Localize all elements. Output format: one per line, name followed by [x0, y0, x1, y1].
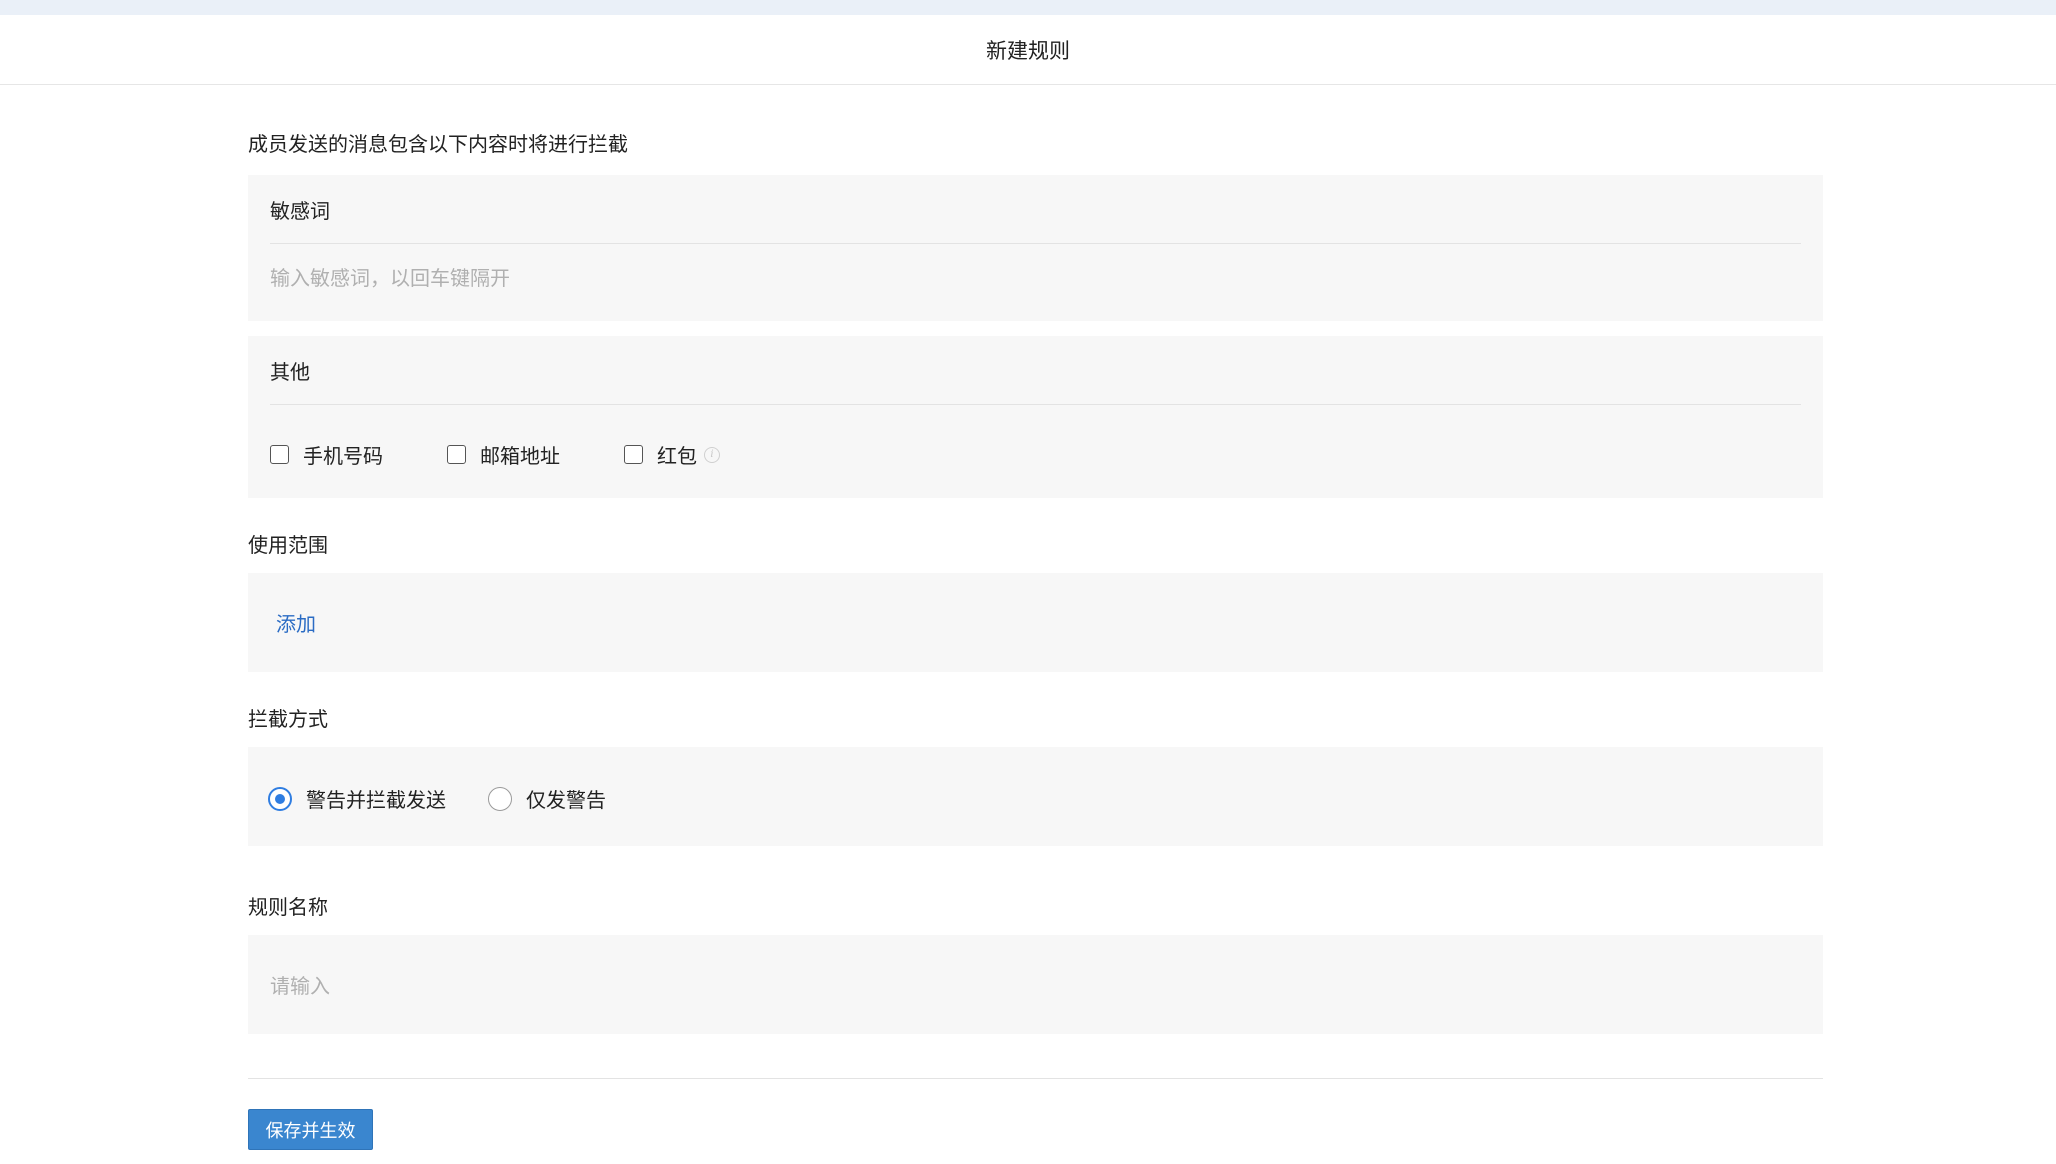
warn-only-radio[interactable]: 仅发警告	[488, 784, 606, 813]
info-icon[interactable]: i	[704, 446, 720, 463]
other-label: 其他	[270, 336, 1801, 405]
sensitive-words-input[interactable]: 输入敏感词，以回车键隔开	[270, 262, 510, 291]
phone-number-label: 手机号码	[303, 444, 383, 468]
top-strip	[0, 0, 2056, 15]
warn-and-block-radio[interactable]: 警告并拦截发送	[268, 784, 446, 813]
name-section-title: 规则名称	[248, 895, 328, 919]
method-panel: 警告并拦截发送 仅发警告	[248, 747, 1823, 846]
email-address-checkbox[interactable]: 邮箱地址	[447, 440, 560, 469]
checkbox-box[interactable]	[624, 445, 643, 464]
sensitive-words-label-text: 敏感词	[270, 198, 330, 223]
name-panel: 请输入	[248, 935, 1823, 1034]
checkbox-box[interactable]	[270, 445, 289, 464]
method-section-title: 拦截方式	[248, 707, 328, 731]
warn-and-block-label: 警告并拦截发送	[306, 788, 446, 812]
other-panel: 其他 手机号码 邮箱地址 红包 i	[248, 336, 1823, 498]
page-title: 新建规则	[986, 38, 1070, 63]
checkbox-box[interactable]	[447, 445, 466, 464]
sensitive-words-label: 敏感词	[270, 175, 1801, 244]
rule-name-input[interactable]: 请输入	[270, 970, 330, 999]
other-label-text: 其他	[270, 359, 310, 384]
save-and-apply-button[interactable]: 保存并生效	[248, 1109, 373, 1150]
other-options: 手机号码 邮箱地址 红包 i	[270, 440, 720, 469]
page-header: 新建规则	[0, 15, 2056, 85]
phone-number-checkbox[interactable]: 手机号码	[270, 440, 383, 469]
scope-section-title: 使用范围	[248, 533, 328, 557]
warn-only-label: 仅发警告	[526, 788, 606, 812]
intercept-section-title: 成员发送的消息包含以下内容时将进行拦截	[248, 132, 628, 156]
footer-divider	[248, 1078, 1823, 1079]
add-scope-link[interactable]: 添加	[276, 608, 316, 637]
sensitive-words-panel: 敏感词 输入敏感词，以回车键隔开	[248, 175, 1823, 321]
email-address-label: 邮箱地址	[480, 444, 560, 468]
red-packet-label: 红包	[657, 444, 697, 468]
method-options: 警告并拦截发送 仅发警告	[268, 784, 606, 813]
scope-panel: 添加	[248, 573, 1823, 672]
radio-unchecked-icon[interactable]	[488, 786, 512, 811]
red-packet-checkbox[interactable]: 红包 i	[624, 440, 720, 469]
radio-checked-icon[interactable]	[268, 786, 292, 811]
